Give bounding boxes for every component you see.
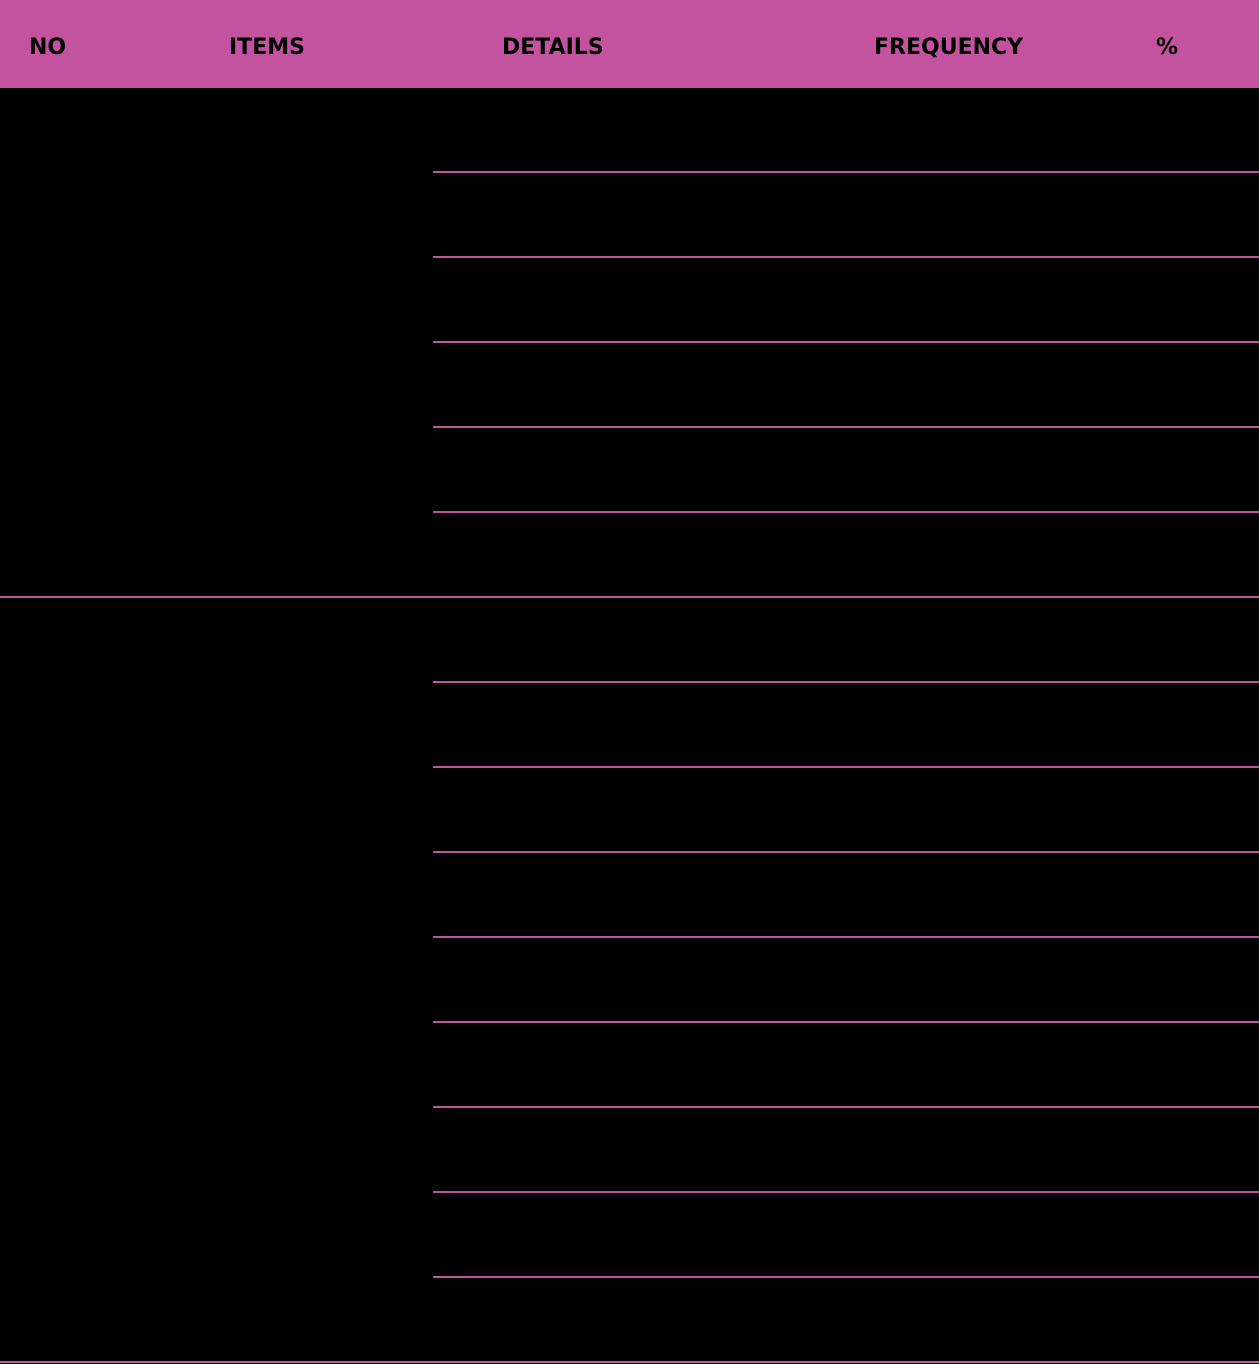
table-group	[0, 88, 1259, 598]
table-row	[433, 1023, 1259, 1108]
table-row	[433, 598, 1259, 683]
header-frequency: FREQUENCY	[874, 35, 1024, 60]
table-row	[433, 853, 1259, 938]
table-row	[433, 683, 1259, 768]
table-row	[433, 173, 1259, 258]
table-row	[433, 1108, 1259, 1193]
table-group	[0, 598, 1259, 1363]
header-items: ITEMS	[229, 35, 305, 60]
table-row	[433, 88, 1259, 173]
table-row	[433, 1278, 1259, 1363]
table-row	[433, 258, 1259, 343]
table-row	[433, 513, 1259, 598]
table-row	[433, 768, 1259, 853]
frequency-table: NO ITEMS DETAILS FREQUENCY %	[0, 0, 1259, 1364]
header-no: NO	[29, 35, 67, 60]
header-details: DETAILS	[502, 35, 604, 60]
header-percent: %	[1156, 35, 1179, 60]
table-row	[433, 1193, 1259, 1278]
table-row	[433, 343, 1259, 428]
table-row	[433, 428, 1259, 513]
table-header: NO ITEMS DETAILS FREQUENCY %	[0, 0, 1259, 88]
table-row	[433, 938, 1259, 1023]
